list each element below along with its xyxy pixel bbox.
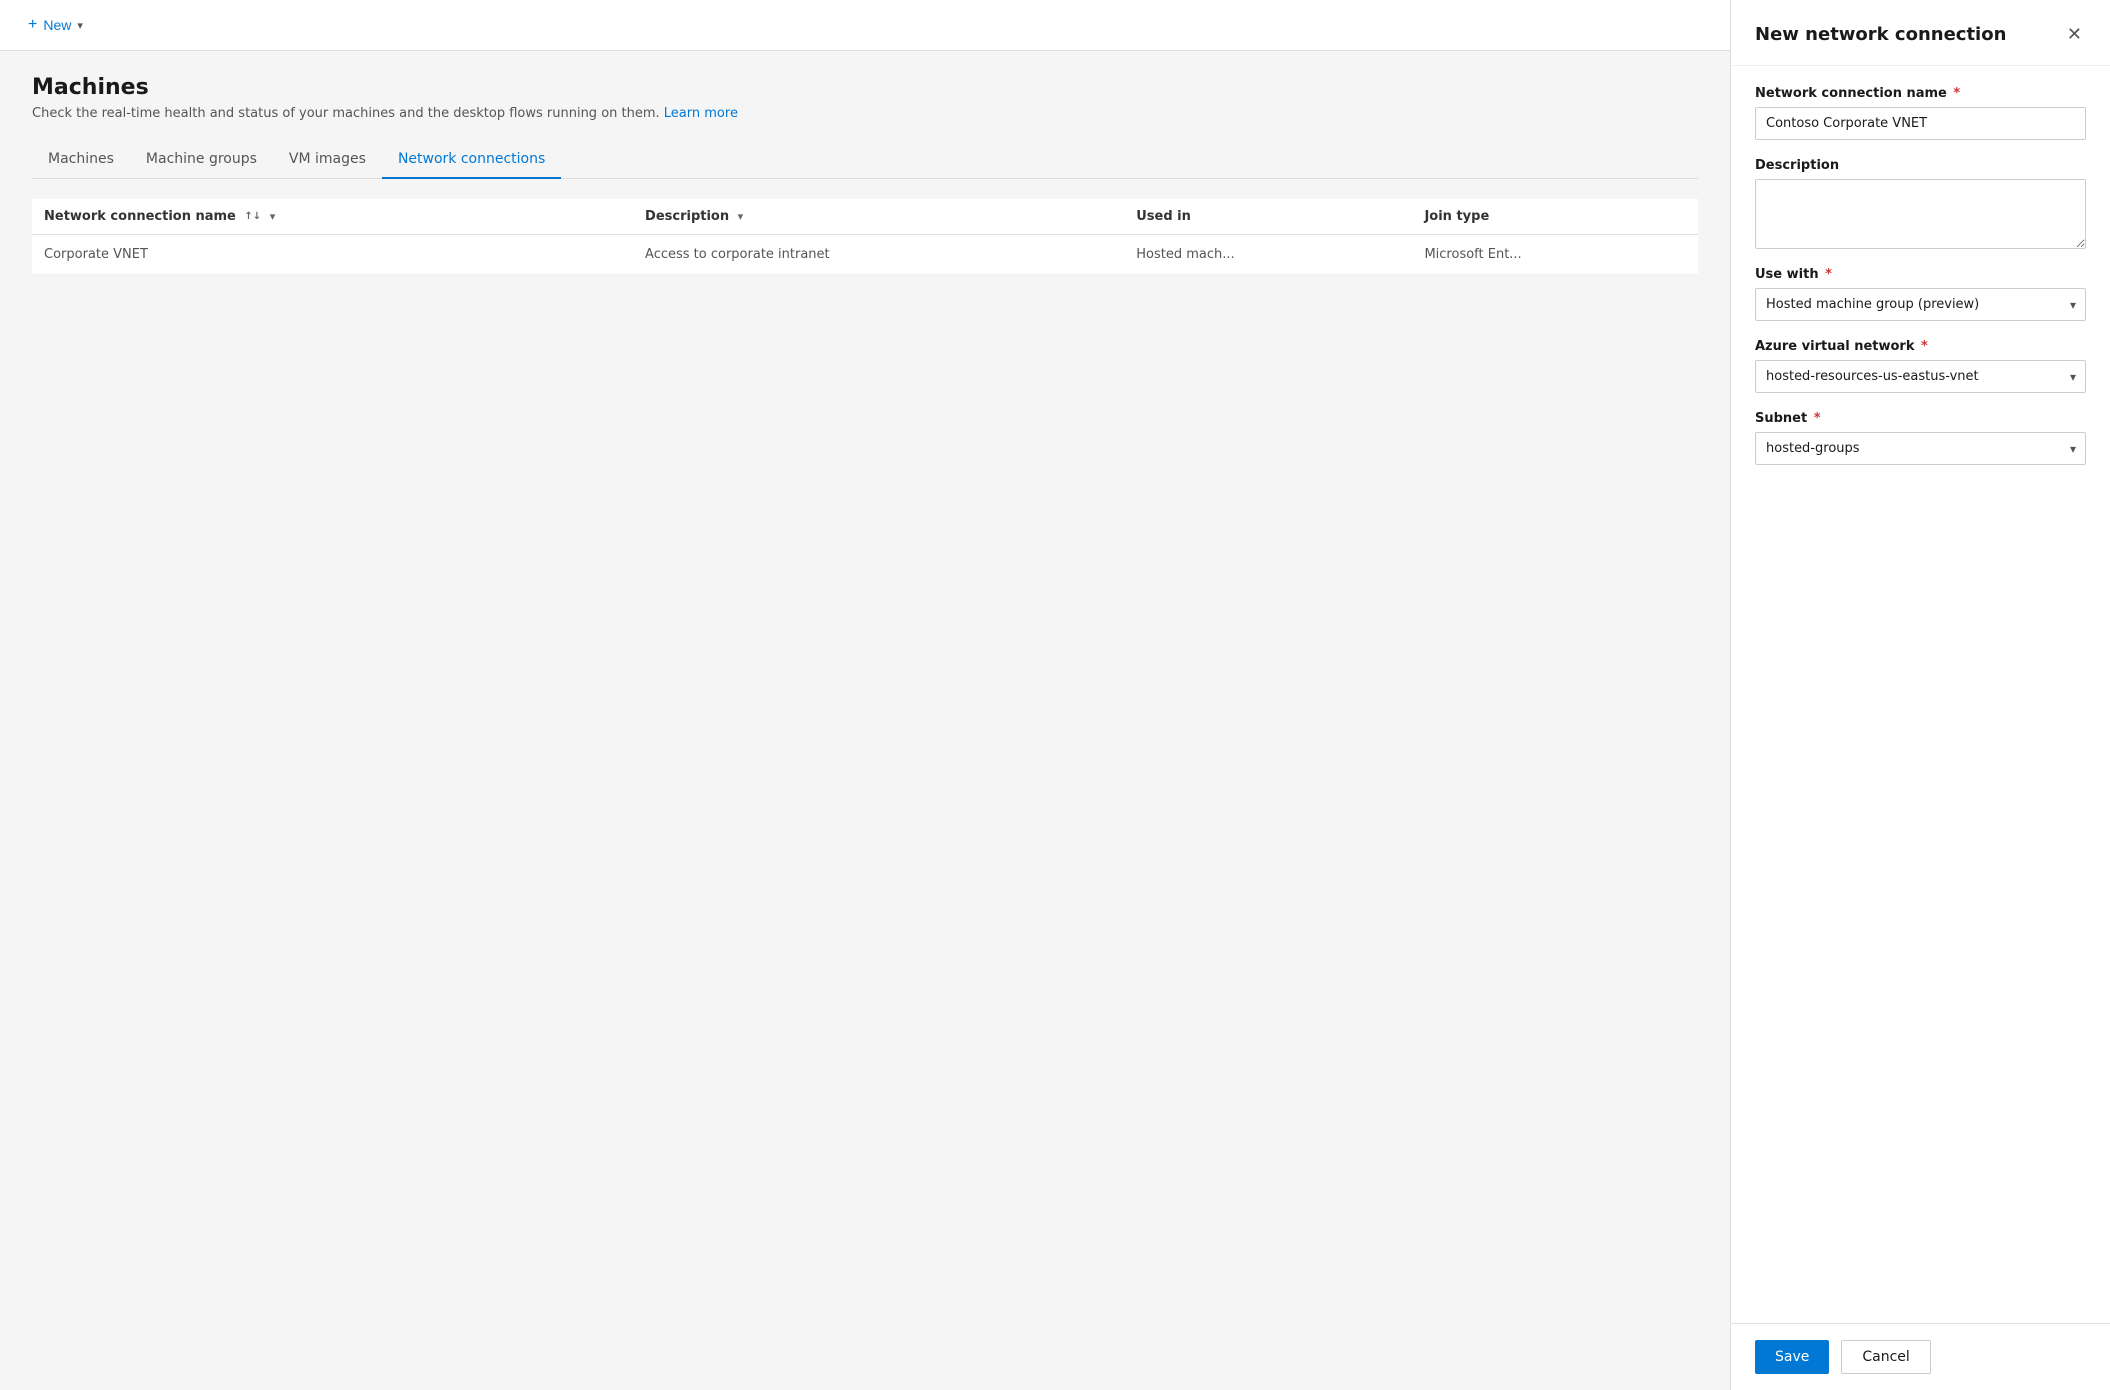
textarea-description[interactable] xyxy=(1755,179,2086,249)
label-subnet: Subnet * xyxy=(1755,411,2086,426)
panel-title: New network connection xyxy=(1755,24,2006,45)
required-asterisk-name: * xyxy=(1949,86,1960,101)
label-connection-name: Network connection name * xyxy=(1755,86,2086,101)
cell-join-type: Microsoft Ent... xyxy=(1412,235,1698,275)
required-asterisk-use-with: * xyxy=(1821,267,1832,282)
tab-machines[interactable]: Machines xyxy=(32,141,130,179)
cell-used-in: Hosted mach... xyxy=(1124,235,1412,275)
select-wrapper-use-with: Hosted machine group (preview) ▾ xyxy=(1755,288,2086,321)
page-title: Machines xyxy=(32,75,1698,100)
tab-network-connections[interactable]: Network connections xyxy=(382,141,561,179)
required-asterisk-subnet: * xyxy=(1809,411,1820,426)
side-panel: New network connection ✕ Network connect… xyxy=(1730,0,2110,1390)
cancel-button[interactable]: Cancel xyxy=(1841,1340,1930,1374)
chevron-down-icon: ▾ xyxy=(77,19,83,32)
col-header-join-type: Join type xyxy=(1412,199,1698,235)
network-connections-table: Network connection name ↑↓ ▾ Description… xyxy=(32,199,1698,275)
sort-icons-name[interactable]: ↑↓ xyxy=(244,211,261,222)
select-use-with[interactable]: Hosted machine group (preview) xyxy=(1755,288,2086,321)
page-subtitle: Check the real-time health and status of… xyxy=(32,106,1698,121)
main-content: + New ▾ Machines Check the real-time hea… xyxy=(0,0,1730,1390)
col-header-used-in: Used in xyxy=(1124,199,1412,235)
label-description: Description xyxy=(1755,158,2086,173)
panel-header: New network connection ✕ xyxy=(1731,0,2110,66)
panel-body: Network connection name * Description Us… xyxy=(1731,66,2110,1323)
filter-icon-desc[interactable]: ▾ xyxy=(738,210,744,223)
label-azure-vnet: Azure virtual network * xyxy=(1755,339,2086,354)
label-use-with: Use with * xyxy=(1755,267,2086,282)
table-header-row: Network connection name ↑↓ ▾ Description… xyxy=(32,199,1698,235)
tab-vm-images[interactable]: VM images xyxy=(273,141,382,179)
new-button[interactable]: + New ▾ xyxy=(20,12,91,38)
cell-description: Access to corporate intranet xyxy=(633,235,1124,275)
table-row[interactable]: Corporate VNET Access to corporate intra… xyxy=(32,235,1698,275)
filter-icon-name[interactable]: ▾ xyxy=(270,210,276,223)
col-header-description: Description ▾ xyxy=(633,199,1124,235)
page-body: Machines Check the real-time health and … xyxy=(0,51,1730,1390)
new-label: New xyxy=(43,17,71,33)
input-connection-name[interactable] xyxy=(1755,107,2086,140)
close-button[interactable]: ✕ xyxy=(2063,20,2086,49)
panel-footer: Save Cancel xyxy=(1731,1323,2110,1390)
field-use-with: Use with * Hosted machine group (preview… xyxy=(1755,267,2086,321)
select-azure-vnet[interactable]: hosted-resources-us-eastus-vnet xyxy=(1755,360,2086,393)
plus-icon: + xyxy=(28,16,37,34)
select-wrapper-subnet: hosted-groups ▾ xyxy=(1755,432,2086,465)
col-header-name: Network connection name ↑↓ ▾ xyxy=(32,199,633,235)
required-asterisk-vnet: * xyxy=(1917,339,1928,354)
field-description: Description xyxy=(1755,158,2086,249)
select-subnet[interactable]: hosted-groups xyxy=(1755,432,2086,465)
tabs-bar: Machines Machine groups VM images Networ… xyxy=(32,141,1698,179)
toolbar: + New ▾ xyxy=(0,0,1730,51)
learn-more-link[interactable]: Learn more xyxy=(664,106,738,121)
field-connection-name: Network connection name * xyxy=(1755,86,2086,140)
select-wrapper-azure-vnet: hosted-resources-us-eastus-vnet ▾ xyxy=(1755,360,2086,393)
save-button[interactable]: Save xyxy=(1755,1340,1829,1374)
cell-name: Corporate VNET xyxy=(32,235,633,275)
field-azure-vnet: Azure virtual network * hosted-resources… xyxy=(1755,339,2086,393)
field-subnet: Subnet * hosted-groups ▾ xyxy=(1755,411,2086,465)
tab-machine-groups[interactable]: Machine groups xyxy=(130,141,273,179)
